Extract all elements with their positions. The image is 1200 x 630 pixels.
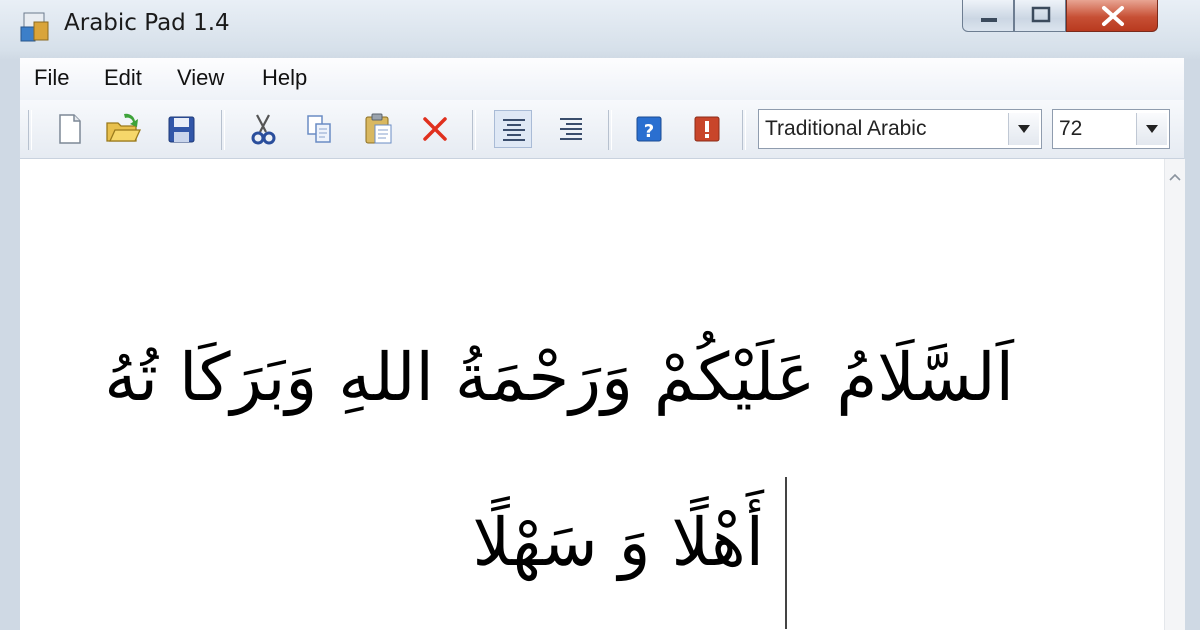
minimize-button[interactable] [962,0,1014,32]
save-icon [168,116,195,143]
new-button[interactable] [50,110,88,148]
delete-button[interactable] [416,110,454,148]
toolbar-separator [608,110,612,150]
toolbar-separator [742,110,746,150]
align-right-icon [560,118,582,140]
svg-text:?: ? [644,121,654,142]
app-window: Arabic Pad 1.4 File Edit View Help ? Tra… [0,0,1200,630]
toolbar-separator [28,110,32,150]
menu-edit[interactable]: Edit [104,65,142,91]
align-center-button[interactable] [494,110,532,148]
menu-bar: File Edit View Help [20,58,1184,101]
window-title: Arabic Pad 1.4 [64,10,230,36]
chevron-down-icon [1018,125,1030,133]
size-select-value: 72 [1059,117,1083,140]
text-editor[interactable]: اَلسَّلَامُ عَلَيْكُمْ وَرَحْمَةُ اللهِ … [20,159,1185,630]
chevron-down-icon [1146,125,1158,133]
delete-icon [423,117,447,141]
toolbar: ? Traditional Arabic 72 [20,100,1184,159]
align-right-button[interactable] [552,110,590,148]
font-select[interactable]: Traditional Arabic [758,109,1042,149]
toolbar-separator [472,110,476,150]
toolbar-separator [221,110,225,150]
about-icon [694,116,720,142]
save-button[interactable] [162,110,200,148]
align-center-icon [503,119,525,141]
menu-file[interactable]: File [34,65,69,91]
size-select-dropdown[interactable] [1136,113,1167,145]
copy-icon [307,115,331,143]
about-button[interactable] [688,110,726,148]
app-icon [20,10,50,42]
editor-line[interactable]: اَلسَّلَامُ عَلَيْكُمْ وَرَحْمَةُ اللهِ … [104,339,1014,416]
copy-button[interactable] [300,110,338,148]
paste-button[interactable] [360,110,398,148]
text-caret [785,477,787,629]
font-select-value: Traditional Arabic [765,117,927,140]
menu-view[interactable]: View [177,65,224,91]
editor-line[interactable]: أَهْلًا وَ سَهْلًا [473,504,764,581]
new-document-icon [59,114,81,144]
menu-help[interactable]: Help [262,65,307,91]
scroll-up-arrow-icon[interactable] [1169,173,1181,181]
open-button[interactable] [104,110,142,148]
paste-icon [365,113,392,144]
cut-button[interactable] [244,110,282,148]
font-select-dropdown[interactable] [1008,113,1039,145]
help-icon: ? [636,116,662,142]
close-button[interactable] [1066,0,1158,32]
cut-icon [251,114,276,145]
vertical-scrollbar[interactable] [1164,159,1185,630]
maximize-button[interactable] [1014,0,1066,32]
help-button[interactable]: ? [630,110,668,148]
size-select[interactable]: 72 [1052,109,1170,149]
open-folder-icon [106,113,142,142]
title-bar[interactable]: Arabic Pad 1.4 [0,0,1200,56]
